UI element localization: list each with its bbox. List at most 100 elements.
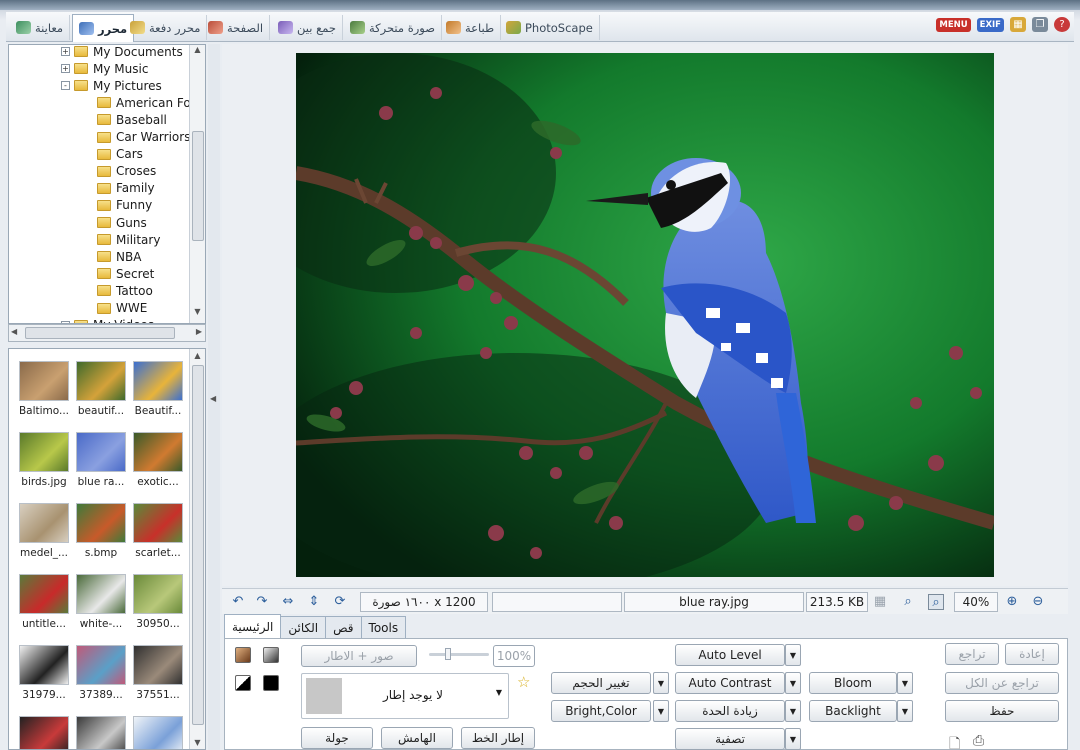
gray-swatch-icon[interactable] xyxy=(263,647,279,663)
backlight-dropdown[interactable]: ▼ xyxy=(897,700,913,722)
tree-item[interactable]: Secret xyxy=(97,265,154,282)
thumbnail-item[interactable]: blue ra... xyxy=(74,432,128,488)
resize-dropdown[interactable]: ▼ xyxy=(653,672,669,694)
zoom-fit-icon[interactable]: ⌕ xyxy=(900,594,916,610)
thumbnail-item[interactable]: white-... xyxy=(74,574,128,630)
thumbnail-item[interactable] xyxy=(74,716,128,749)
tree-vertical-scrollbar[interactable]: ▲ ▼ xyxy=(189,45,205,323)
tree-item[interactable]: + My Music xyxy=(61,60,148,77)
rotate-right-icon[interactable]: ↷ xyxy=(254,594,270,610)
tree-item[interactable]: Funny xyxy=(97,197,152,214)
tree-item[interactable]: Guns xyxy=(97,214,147,231)
thumbnail-item[interactable]: beautif... xyxy=(74,361,128,417)
actual-size-icon[interactable]: ⌕ xyxy=(928,594,944,610)
undo-all-button[interactable]: تراجع عن الكل xyxy=(945,672,1059,694)
tree-item[interactable]: Cars xyxy=(97,146,143,163)
copy-icon[interactable]: ❐ xyxy=(1032,17,1048,32)
undo-button[interactable]: تراجع xyxy=(945,643,999,665)
thumbnail-scroll-thumb[interactable] xyxy=(192,365,204,725)
margin-button[interactable]: الهامش xyxy=(381,727,453,749)
tree-item[interactable]: Croses xyxy=(97,163,156,180)
collapse-icon[interactable]: - xyxy=(61,81,70,91)
print-icon[interactable]: ⎙ xyxy=(973,733,984,749)
help-icon[interactable]: ? xyxy=(1054,17,1070,32)
negative-icon[interactable] xyxy=(263,675,279,691)
filter-dropdown[interactable]: ▼ xyxy=(785,728,801,750)
collapse-left-icon[interactable]: ◀ xyxy=(210,394,216,403)
photo-blue-jay[interactable] xyxy=(296,53,994,577)
tree-item[interactable]: - My Pictures xyxy=(61,77,162,94)
rotate-free-icon[interactable]: ⟳ xyxy=(332,594,348,610)
auto-level-dropdown[interactable]: ▼ xyxy=(785,644,801,666)
thumbnail-item[interactable]: birds.jpg xyxy=(17,432,71,488)
transparency-grid-icon[interactable]: ▦ xyxy=(872,594,888,610)
opacity-value[interactable]: 100% xyxy=(493,645,535,667)
thumbnail-item[interactable]: exotic... xyxy=(131,432,185,488)
auto-level-button[interactable]: Auto Level xyxy=(675,644,785,666)
thumbnail-item[interactable]: Beautif... xyxy=(131,361,185,417)
expand-icon[interactable]: + xyxy=(61,47,70,56)
tab-combine[interactable]: جمع بين xyxy=(272,15,343,40)
tab-tools[interactable]: Tools xyxy=(360,616,407,638)
tree-item[interactable]: Tattoo xyxy=(97,282,153,299)
tree-scroll-thumb[interactable] xyxy=(192,131,204,241)
resize-button[interactable]: تغيير الحجم xyxy=(551,672,651,694)
calendar-icon[interactable]: ▦ xyxy=(1010,17,1026,32)
tab-home[interactable]: الرئيسية xyxy=(224,614,282,638)
panel-splitter[interactable]: ◀ xyxy=(208,44,220,750)
tab-page[interactable]: الصفحة xyxy=(202,15,271,40)
brown-swatch-icon[interactable] xyxy=(235,647,251,663)
tab-viewer[interactable]: معاينة xyxy=(10,15,71,40)
backlight-button[interactable]: Backlight xyxy=(809,700,897,722)
tree-item[interactable]: +My Videos xyxy=(61,317,154,323)
tree-item[interactable]: Car Warriors xyxy=(97,129,190,146)
tree-item[interactable]: American Fo xyxy=(97,94,191,111)
thumbnail-item[interactable] xyxy=(131,716,185,749)
thumbnail-item[interactable]: 31979... xyxy=(17,645,71,701)
frame-select[interactable]: لا يوجد إطار ▼ xyxy=(301,673,509,719)
tree-item[interactable]: Family xyxy=(97,180,155,197)
scroll-down-icon[interactable]: ▼ xyxy=(190,307,205,321)
tree-item[interactable]: WWE xyxy=(97,300,147,317)
scroll-left-icon[interactable]: ◀ xyxy=(11,327,17,336)
flip-vertical-icon[interactable]: ⇕ xyxy=(306,594,322,610)
scroll-up-icon[interactable]: ▲ xyxy=(190,351,205,360)
sharpen-button[interactable]: زيادة الحدة xyxy=(675,700,785,722)
opacity-slider[interactable] xyxy=(429,648,489,660)
filter-button[interactable]: تصفية xyxy=(675,728,785,750)
thumbnail-item[interactable]: Baltimo... xyxy=(17,361,71,417)
tab-object[interactable]: الكائن xyxy=(280,616,327,638)
tab-crop[interactable]: قص xyxy=(325,616,362,638)
auto-contrast-button[interactable]: Auto Contrast xyxy=(675,672,785,694)
tree-hscroll-thumb[interactable] xyxy=(25,327,175,339)
tab-photoscape[interactable]: PhotoScape xyxy=(500,15,600,40)
black-white-icon[interactable] xyxy=(235,675,251,691)
exif-button[interactable]: EXIF xyxy=(976,17,1004,32)
scroll-down-icon[interactable]: ▼ xyxy=(190,738,205,747)
menu-button[interactable]: MENU xyxy=(936,17,971,32)
tree-horizontal-scrollbar[interactable]: ◀ ▶ xyxy=(8,324,206,342)
new-page-icon[interactable]: 🗋 xyxy=(949,733,960,750)
bright-color-dropdown[interactable]: ▼ xyxy=(653,700,669,722)
thumbnail-item[interactable]: scarlet... xyxy=(131,503,185,559)
thumbnail-item[interactable]: 37389... xyxy=(74,645,128,701)
tab-batch-editor[interactable]: محرر دفعة xyxy=(124,15,208,40)
thumbnail-item[interactable]: 37551... xyxy=(131,645,185,701)
thumbnail-item[interactable]: medel_... xyxy=(17,503,71,559)
tab-print[interactable]: طباعة xyxy=(440,15,502,40)
line-frame-button[interactable]: إطار الخط xyxy=(461,727,535,749)
tree-item[interactable]: Military xyxy=(97,231,160,248)
redo-button[interactable]: إعادة xyxy=(1005,643,1059,665)
expand-icon[interactable]: + xyxy=(61,64,70,74)
round-button[interactable]: جولة xyxy=(301,727,373,749)
sharpen-dropdown[interactable]: ▼ xyxy=(785,700,801,722)
bright-color-button[interactable]: Bright,Color xyxy=(551,700,651,722)
bloom-button[interactable]: Bloom xyxy=(809,672,897,694)
tree-item[interactable]: NBA xyxy=(97,248,141,265)
flip-horizontal-icon[interactable]: ⇔ xyxy=(280,594,296,610)
opacity-slider-thumb[interactable] xyxy=(445,648,451,660)
tab-animated-gif[interactable]: صورة متحركة xyxy=(344,15,442,40)
scroll-up-icon[interactable]: ▲ xyxy=(190,45,205,59)
thumbnail-scrollbar[interactable]: ▲ ▼ xyxy=(189,349,205,749)
zoom-in-icon[interactable]: ⊕ xyxy=(1004,594,1020,610)
